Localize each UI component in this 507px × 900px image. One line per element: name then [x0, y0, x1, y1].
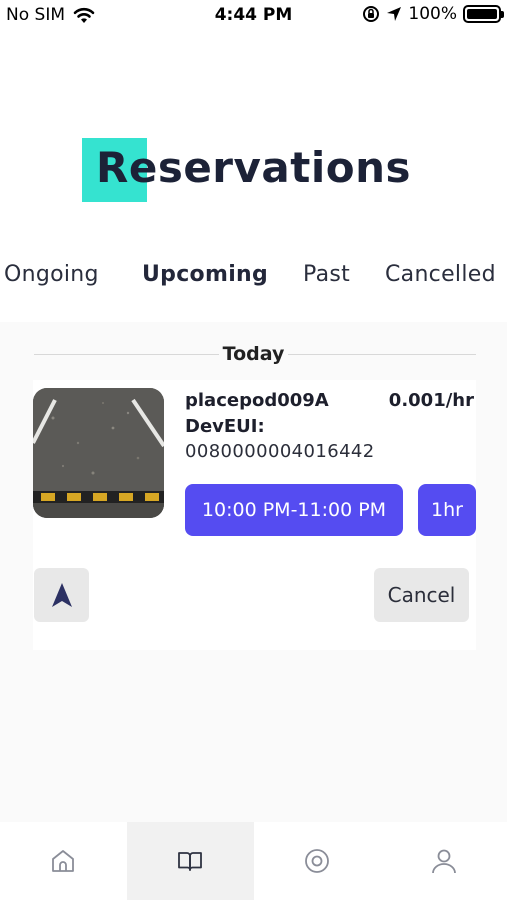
reservation-list[interactable]: Today placepod009A 0.001/hr DevEUI: 0080…	[0, 322, 507, 822]
tab-past[interactable]: Past	[303, 262, 350, 287]
battery-fill	[467, 9, 497, 19]
parking-spot-photo	[33, 388, 164, 518]
status-bar: No SIM 4:44 PM 100%	[0, 0, 507, 30]
tab-ongoing[interactable]: Ongoing	[4, 262, 99, 287]
cancel-button[interactable]: Cancel	[374, 568, 469, 622]
nav-reservations[interactable]	[126, 822, 254, 900]
tab-cancelled[interactable]: Cancelled	[385, 262, 496, 287]
reservations-screen: No SIM 4:44 PM 100% Reservations Ongoing…	[0, 0, 507, 900]
rotation-lock-icon	[363, 6, 380, 22]
reservation-tabs: Ongoing Upcoming Past Cancelled	[0, 262, 507, 294]
page-title: Reservations	[96, 143, 411, 192]
section-title: Today	[218, 343, 289, 365]
reservation-card[interactable]: placepod009A 0.001/hr DevEUI: 0080000004…	[33, 380, 476, 650]
section-header: Today	[0, 343, 507, 365]
home-icon	[52, 850, 75, 872]
status-right: 100%	[362, 4, 504, 24]
bottom-nav	[0, 822, 507, 900]
target-icon	[304, 849, 329, 873]
nav-spots[interactable]	[254, 822, 381, 900]
duration-button[interactable]: 1hr	[418, 484, 476, 536]
battery-icon	[463, 5, 504, 23]
deveui-value: 0080000004016442	[185, 441, 375, 462]
user-icon	[431, 849, 456, 874]
time-range-button[interactable]: 10:00 PM-11:00 PM	[185, 484, 403, 536]
parking-spot-image	[33, 388, 164, 518]
spot-price: 0.001/hr	[388, 390, 474, 411]
location-arrow-icon	[387, 7, 402, 21]
book-icon	[178, 852, 203, 871]
navigate-button[interactable]	[34, 568, 89, 622]
nav-home[interactable]	[0, 822, 127, 900]
navigation-arrow-icon	[51, 583, 72, 607]
nav-profile[interactable]	[380, 822, 507, 900]
battery-percent: 100%	[408, 4, 457, 24]
tab-upcoming[interactable]: Upcoming	[142, 262, 268, 287]
deveui-label: DevEUI:	[185, 416, 265, 437]
spot-name: placepod009A	[185, 390, 329, 411]
